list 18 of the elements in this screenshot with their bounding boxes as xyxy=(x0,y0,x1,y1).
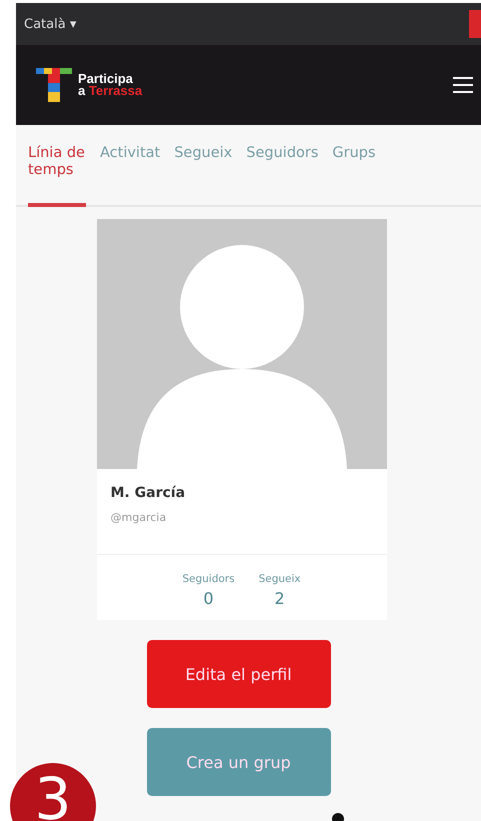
logo-text: Participa a Terrassa xyxy=(78,73,142,97)
crest-icon xyxy=(469,10,481,38)
stat-value: 0 xyxy=(203,589,214,608)
stat-label: Seguidors xyxy=(182,573,235,585)
tab[interactable]: Línia de temps xyxy=(28,145,86,207)
stat-value: 2 xyxy=(274,589,285,608)
stat-label: Segueix xyxy=(258,573,301,585)
language-selector[interactable]: Català ▾ xyxy=(24,16,76,32)
edit-profile-button[interactable]: Edita el perfil xyxy=(146,640,330,708)
profile-name: M. García xyxy=(110,485,186,501)
tab[interactable]: Seguidors xyxy=(246,145,318,207)
profile-handle: @mgarcia xyxy=(110,511,168,524)
logo-icon xyxy=(36,68,72,102)
create-group-button[interactable]: Crea un grup xyxy=(146,728,330,796)
tab[interactable]: Segueix xyxy=(174,145,232,207)
tab[interactable]: Grups xyxy=(332,145,376,207)
tab[interactable]: Activitat xyxy=(100,145,160,207)
menu-icon[interactable] xyxy=(453,77,473,93)
